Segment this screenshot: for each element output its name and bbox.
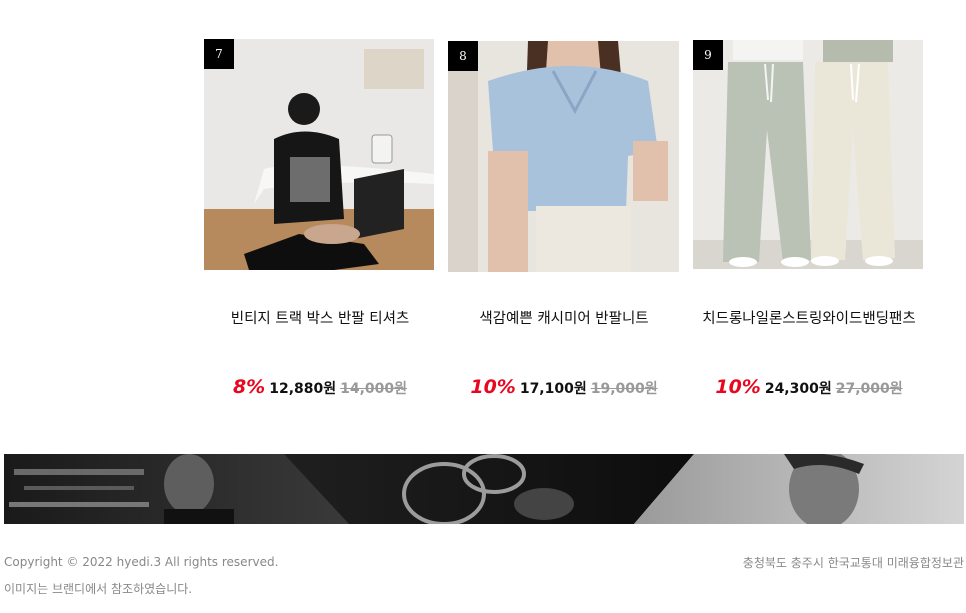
rank-badge: 7 bbox=[204, 39, 234, 69]
product-image-9[interactable]: 9 bbox=[693, 40, 923, 269]
copyright-text: Copyright © 2022 hyedi.3 All rights rese… bbox=[4, 555, 279, 569]
promo-banner[interactable] bbox=[4, 454, 964, 524]
original-price: 14,000원 bbox=[340, 381, 408, 397]
blue-knit-photo bbox=[448, 41, 679, 272]
product-name[interactable]: 치드롱나일론스트링와이드밴딩팬츠 bbox=[687, 308, 931, 330]
discount-rate: 10% bbox=[470, 376, 516, 398]
sale-price: 17,100원 bbox=[519, 381, 587, 397]
monochrome-model-banner bbox=[4, 454, 964, 524]
original-price: 27,000원 bbox=[835, 381, 903, 397]
price-row: 10% 17,100원 19,000원 bbox=[438, 376, 690, 398]
rank-badge: 9 bbox=[693, 40, 723, 70]
product-image-7[interactable]: 7 bbox=[204, 39, 434, 270]
price-row: 8% 12,880원 14,000원 bbox=[194, 376, 446, 398]
sale-price: 12,880원 bbox=[269, 381, 337, 397]
discount-rate: 10% bbox=[715, 376, 761, 398]
woman-black-tee-photo bbox=[204, 39, 434, 270]
rank-badge: 8 bbox=[448, 41, 478, 71]
wide-pants-photo bbox=[693, 40, 923, 269]
sale-price: 24,300원 bbox=[764, 381, 832, 397]
price-row: 10% 24,300원 27,000원 bbox=[683, 376, 935, 398]
original-price: 19,000원 bbox=[590, 381, 658, 397]
address-text: 충청북도 충주시 한국교통대 미래융합정보관 bbox=[742, 556, 964, 570]
image-credit-text: 이미지는 브랜디에서 참조하였습니다. bbox=[4, 582, 193, 596]
product-image-8[interactable]: 8 bbox=[448, 41, 679, 272]
discount-rate: 8% bbox=[232, 376, 266, 398]
product-name[interactable]: 빈티지 트랙 박스 반팔 티셔츠 bbox=[198, 308, 442, 330]
product-name[interactable]: 색감예쁜 캐시미어 반팔니트 bbox=[442, 308, 686, 330]
